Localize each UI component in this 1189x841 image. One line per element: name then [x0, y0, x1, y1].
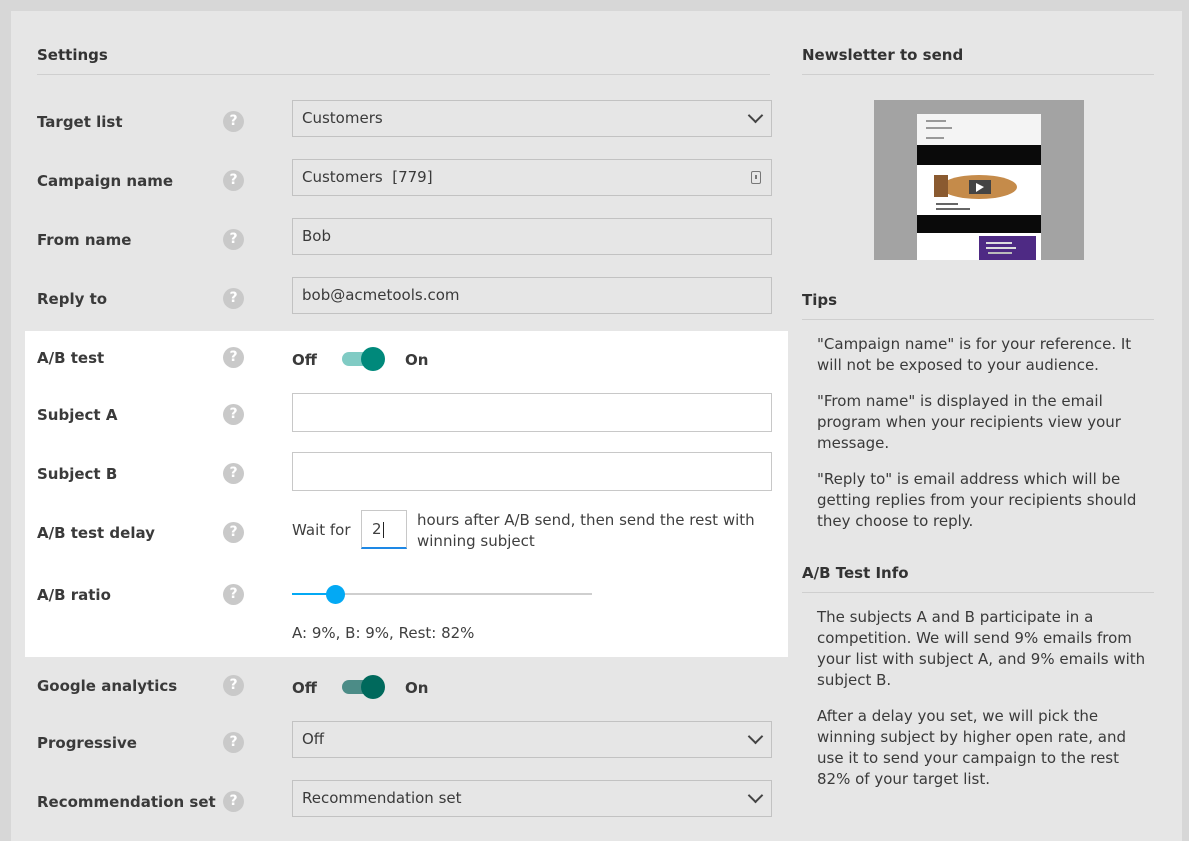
reply-to-label: Reply to — [37, 290, 108, 308]
subject-a-label: Subject A — [37, 406, 118, 424]
ab-ratio-label: A/B ratio — [37, 586, 111, 604]
chevron-down-icon — [747, 107, 764, 124]
newsletter-thumbnail[interactable] — [874, 100, 1084, 260]
ab-info-delay: After a delay you set, we will pick the … — [817, 707, 1127, 788]
recommendation-set-label: Recommendation set — [37, 793, 216, 811]
google-analytics-label: Google analytics — [37, 677, 178, 695]
toggle-knob — [361, 675, 385, 699]
ab-delay-hours-value: 2 — [372, 520, 382, 538]
target-list-label: Target list — [37, 113, 123, 131]
help-icon[interactable]: ? — [223, 732, 244, 753]
ab-delay-label: A/B test delay — [37, 524, 155, 542]
reply-to-input[interactable]: bob@acmetools.com — [292, 277, 772, 314]
tip-campaign-name: "Campaign name" is for your reference. I… — [817, 335, 1132, 374]
newsletter-title: Newsletter to send — [802, 46, 964, 64]
help-icon[interactable]: ? — [223, 522, 244, 543]
from-name-label: From name — [37, 231, 132, 249]
ab-test-on-label: On — [405, 351, 429, 369]
ab-info-title: A/B Test Info — [802, 564, 909, 582]
progressive-value: Off — [302, 730, 325, 748]
chevron-down-icon — [747, 728, 764, 745]
campaign-name-input[interactable]: Customers [779] — [292, 159, 772, 196]
recommendation-set-select[interactable]: Recommendation set — [292, 780, 772, 817]
ga-on-label: On — [405, 679, 429, 697]
tips-title: Tips — [802, 291, 838, 309]
ab-test-label: A/B test — [37, 349, 105, 367]
campaign-name-value: Customers [779] — [302, 168, 433, 186]
ab-test-highlight — [25, 331, 788, 657]
progressive-label: Progressive — [37, 734, 137, 752]
newsletter-preview-image — [917, 114, 1041, 260]
help-icon[interactable]: ? — [223, 288, 244, 309]
target-list-select[interactable]: Customers — [292, 100, 772, 137]
text-cursor — [382, 521, 384, 538]
help-icon[interactable]: ? — [223, 791, 244, 812]
lock-icon — [751, 171, 761, 184]
tip-reply-to: "Reply to" is email address which will b… — [817, 470, 1137, 530]
ab-ratio-summary: A: 9%, B: 9%, Rest: 82% — [292, 624, 475, 642]
from-name-input[interactable]: Bob — [292, 218, 772, 255]
ab-info-divider — [802, 592, 1154, 593]
campaign-name-label: Campaign name — [37, 172, 174, 190]
chevron-down-icon — [747, 787, 764, 804]
help-icon[interactable]: ? — [223, 404, 244, 425]
tips-divider — [802, 319, 1154, 320]
tip-from-name: "From name" is displayed in the email pr… — [817, 392, 1121, 452]
help-icon[interactable]: ? — [223, 675, 244, 696]
help-icon[interactable]: ? — [223, 229, 244, 250]
reply-to-value: bob@acmetools.com — [302, 286, 460, 304]
toggle-knob — [361, 347, 385, 371]
settings-title: Settings — [37, 46, 108, 64]
ab-test-off-label: Off — [292, 351, 317, 369]
newsletter-divider — [802, 74, 1154, 75]
ab-info-competition: The subjects A and B participate in a co… — [817, 608, 1146, 689]
from-name-value: Bob — [302, 227, 331, 245]
help-icon[interactable]: ? — [223, 347, 244, 368]
settings-divider — [37, 74, 770, 75]
subject-a-input[interactable] — [292, 393, 772, 432]
ga-off-label: Off — [292, 679, 317, 697]
help-icon[interactable]: ? — [223, 111, 244, 132]
help-icon[interactable]: ? — [223, 463, 244, 484]
help-icon[interactable]: ? — [223, 584, 244, 605]
subject-b-label: Subject B — [37, 465, 118, 483]
help-icon[interactable]: ? — [223, 170, 244, 191]
slider-thumb[interactable] — [326, 585, 345, 604]
target-list-value: Customers — [302, 109, 383, 127]
subject-b-input[interactable] — [292, 452, 772, 491]
recommendation-set-value: Recommendation set — [302, 789, 462, 807]
progressive-select[interactable]: Off — [292, 721, 772, 758]
ab-delay-prefix: Wait for — [292, 521, 351, 539]
ab-delay-suffix: hours after A/B send, then send the rest… — [417, 511, 755, 550]
ab-delay-hours-input[interactable]: 2 — [361, 510, 407, 549]
